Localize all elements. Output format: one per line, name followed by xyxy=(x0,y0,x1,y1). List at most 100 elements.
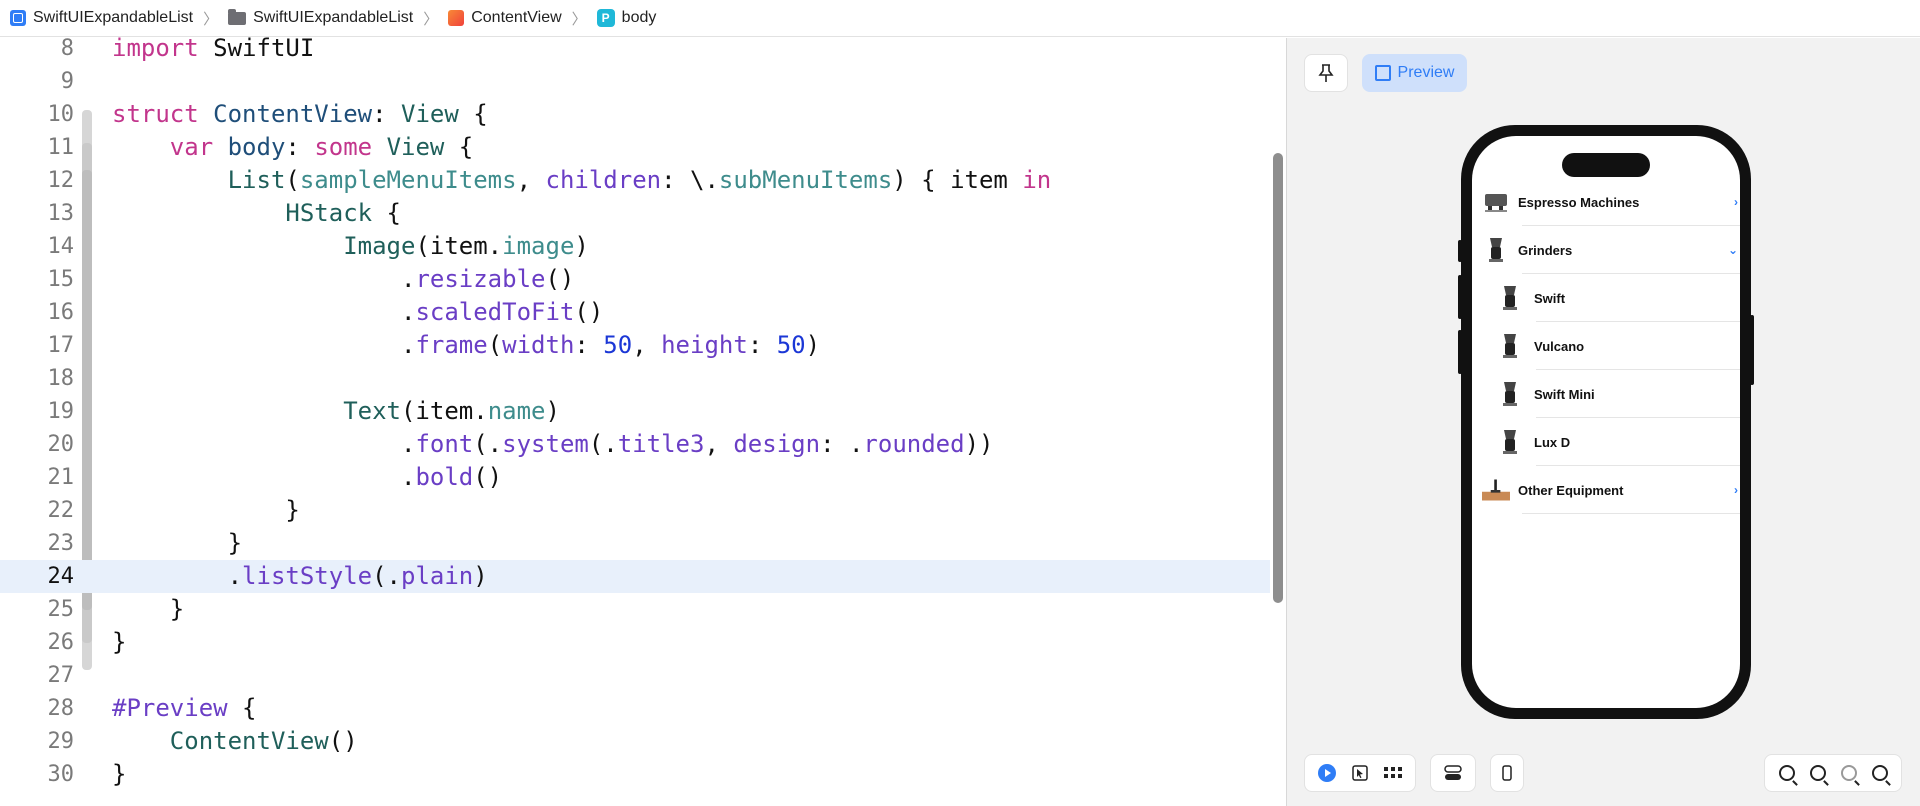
code-token: () xyxy=(545,265,575,293)
list-item[interactable]: Other Equipment › xyxy=(1472,466,1740,514)
code-line[interactable]: 25 } xyxy=(0,593,1270,626)
list-item[interactable]: Espresso Machines › xyxy=(1472,178,1740,226)
code-line[interactable]: 16 .scaledToFit() xyxy=(0,296,1270,329)
chevron-right-icon[interactable]: › xyxy=(1734,483,1738,497)
zoom-in-button[interactable] xyxy=(1870,763,1890,783)
breadcrumb-item-file[interactable]: ContentView xyxy=(448,9,562,27)
code-token: resizable xyxy=(415,265,546,293)
code-line[interactable]: 8 import SwiftUI xyxy=(0,32,1270,65)
code-line[interactable]: 18 xyxy=(0,362,1270,395)
code-token: } xyxy=(112,628,127,656)
code-token: { xyxy=(458,100,488,128)
code-line[interactable]: 21 .bold() xyxy=(0,461,1270,494)
code-editor[interactable]: 8 import SwiftUI 9 10 struct ContentView: Vi… xyxy=(0,34,1270,806)
list-item-label: Grinders xyxy=(1518,242,1573,258)
device-icon xyxy=(1502,765,1512,781)
breadcrumb-item-project[interactable]: SwiftUIExpandableList xyxy=(10,9,193,27)
list-item[interactable]: Swift Mini xyxy=(1472,370,1740,418)
code-line[interactable]: 14 Image(item.image) xyxy=(0,230,1270,263)
list-item-label: Espresso Machines xyxy=(1518,194,1640,210)
line-number: 26 xyxy=(47,630,75,655)
code-line[interactable]: 29 ContentView() xyxy=(0,725,1270,758)
zoom-actual-button[interactable] xyxy=(1808,763,1828,783)
line-number: 29 xyxy=(47,729,75,754)
preview-icon xyxy=(1374,65,1391,81)
code-text: List(sampleMenuItems, children: \.subMen… xyxy=(112,164,1052,197)
code-line[interactable]: 22 } xyxy=(0,494,1270,527)
toggles-icon xyxy=(1444,765,1462,780)
canvas-settings-button[interactable] xyxy=(1443,763,1463,783)
code-line[interactable]: 15 .resizable() xyxy=(0,263,1270,296)
code-text: .font(.system(.title3, design: .rounded)… xyxy=(112,428,994,461)
line-number: 14 xyxy=(47,234,75,259)
variants-button[interactable] xyxy=(1383,763,1403,783)
code-token: var xyxy=(169,133,214,161)
code-token: : xyxy=(574,331,604,359)
code-line[interactable]: 23 } xyxy=(0,527,1270,560)
espresso-machine-icon xyxy=(1482,188,1510,216)
code-text: .scaledToFit() xyxy=(112,296,603,329)
code-line[interactable]: 24 .listStyle(.plain) xyxy=(0,560,1270,593)
select-mode-button[interactable] xyxy=(1350,763,1370,783)
code-line[interactable]: 19 Text(item.name) xyxy=(0,395,1270,428)
chevron-down-icon[interactable]: ⌄ xyxy=(1728,243,1738,257)
line-number: 22 xyxy=(47,498,75,523)
code-line[interactable]: 11 var body: some View { xyxy=(0,131,1270,164)
device-settings-button[interactable] xyxy=(1497,763,1517,783)
line-number: 12 xyxy=(47,168,75,193)
code-line[interactable]: 10 struct ContentView: View { xyxy=(0,98,1270,131)
cursor-select-icon xyxy=(1352,765,1368,781)
list-item[interactable]: Grinders ⌄ xyxy=(1472,226,1740,274)
code-line[interactable]: 28 #Preview { xyxy=(0,692,1270,725)
list-item[interactable]: Swift xyxy=(1472,274,1740,322)
code-token: () xyxy=(574,298,604,326)
preview-mode-button[interactable]: Preview xyxy=(1362,54,1467,92)
breadcrumb-label: SwiftUIExpandableList xyxy=(253,9,414,26)
zoom-fit-button[interactable] xyxy=(1839,763,1859,783)
pin-icon xyxy=(1318,64,1334,82)
code-line[interactable]: 27 xyxy=(0,659,1270,692)
code-token: . xyxy=(112,562,243,590)
code-token: SwiftUI xyxy=(198,34,315,62)
code-token: : xyxy=(372,100,402,128)
code-line[interactable]: 20 .font(.system(.title3, design: .round… xyxy=(0,428,1270,461)
zoom-out-button[interactable] xyxy=(1777,763,1797,783)
code-line[interactable]: 13 HStack { xyxy=(0,197,1270,230)
code-line[interactable]: 17 .frame(width: 50, height: 50) xyxy=(0,329,1270,362)
code-line[interactable]: 26} xyxy=(0,626,1270,659)
code-line[interactable]: 9 xyxy=(0,65,1270,98)
live-mode-button[interactable] xyxy=(1317,763,1337,783)
code-token: in xyxy=(1022,166,1052,194)
list-item[interactable]: Lux D xyxy=(1472,418,1740,466)
code-token: : . xyxy=(820,430,864,458)
code-token: plain xyxy=(401,562,474,590)
grinder-icon xyxy=(1482,236,1510,264)
pin-button[interactable] xyxy=(1304,54,1348,92)
code-token: Text xyxy=(343,397,401,425)
line-number: 28 xyxy=(47,696,75,721)
code-line[interactable]: 30} xyxy=(0,758,1270,791)
preview-canvas: Preview Espresso Machines › Grinders ⌄ Swift… xyxy=(1287,38,1920,806)
code-line[interactable]: 12 List(sampleMenuItems, children: \.sub… xyxy=(0,164,1270,197)
chevron-right-icon[interactable]: › xyxy=(1734,195,1738,209)
chevron-right-icon: 〉 xyxy=(571,10,587,28)
line-number: 16 xyxy=(47,300,75,325)
code-token: ) xyxy=(545,397,560,425)
code-token: } xyxy=(112,529,243,557)
code-token: struct xyxy=(112,100,199,128)
breadcrumb-item-folder[interactable]: SwiftUIExpandableList xyxy=(228,8,414,27)
list-item[interactable]: Vulcano xyxy=(1472,322,1740,370)
list-item-label: Other Equipment xyxy=(1518,482,1624,498)
code-token: body xyxy=(227,133,286,161)
code-token: : \. xyxy=(661,166,719,194)
code-token: (. xyxy=(588,430,618,458)
swift-file-icon xyxy=(448,10,465,26)
breadcrumb-item-symbol[interactable]: P body xyxy=(596,9,656,27)
code-token: rounded xyxy=(863,430,965,458)
editor-scrollbar[interactable] xyxy=(1273,153,1283,603)
zoom-actual-icon xyxy=(1809,765,1826,781)
preview-label: Preview xyxy=(1397,64,1455,81)
